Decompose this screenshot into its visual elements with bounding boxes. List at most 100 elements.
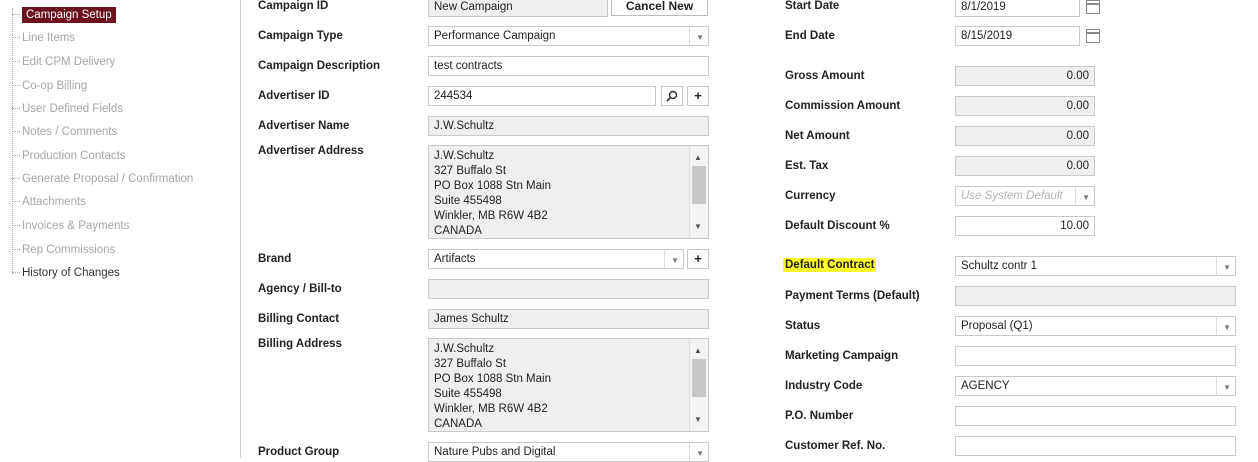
plus-icon: +: [694, 88, 702, 103]
net-amount-field[interactable]: 0.00: [955, 126, 1095, 146]
status-select[interactable]: Proposal (Q1) ▼: [955, 316, 1236, 336]
industry-code-value: AGENCY: [961, 380, 1010, 392]
campaign-description-field[interactable]: test contracts: [428, 56, 709, 76]
calendar-icon[interactable]: [1086, 29, 1100, 43]
sidebar-item-campaign-setup[interactable]: Campaign Setup: [12, 5, 116, 25]
sidebar-item-label: Generate Proposal / Confirmation: [22, 173, 194, 185]
payment-terms-label: Payment Terms (Default): [785, 290, 920, 302]
payment-terms-field[interactable]: [955, 286, 1236, 306]
chevron-down-icon: ▼: [1223, 383, 1231, 392]
industry-code-select[interactable]: AGENCY ▼: [955, 376, 1236, 396]
sidebar-item-co-op-billing[interactable]: Co-op Billing: [12, 76, 87, 96]
add-advertiser-button[interactable]: +: [687, 86, 709, 106]
chevron-down-icon: ▼: [696, 33, 704, 42]
sidebar-item-edit-cpm-delivery[interactable]: Edit CPM Delivery: [12, 52, 115, 72]
sidebar-item-attachments[interactable]: Attachments: [12, 192, 86, 212]
sidebar-item-line-items[interactable]: Line Items: [12, 28, 75, 48]
scroll-thumb[interactable]: [692, 359, 706, 397]
advertiser-name-field[interactable]: J.W.Schultz: [428, 116, 709, 136]
sidebar-item-label: Campaign Setup: [22, 7, 116, 23]
sidebar-item-rep-commissions[interactable]: Rep Commissions: [12, 240, 115, 260]
campaign-type-label: Campaign Type: [258, 30, 343, 42]
scroll-up-icon[interactable]: ▲: [694, 343, 702, 358]
search-button[interactable]: [661, 86, 683, 106]
status-value: Proposal (Q1): [961, 320, 1033, 332]
chevron-down-icon: ▼: [1223, 323, 1231, 332]
commission-amount-field[interactable]: 0.00: [955, 96, 1095, 116]
campaign-type-select[interactable]: Performance Campaign ▼: [428, 26, 709, 46]
campaign-id-field[interactable]: New Campaign: [428, 0, 608, 17]
sidebar-item-production-contacts[interactable]: Production Contacts: [12, 146, 126, 166]
sidebar-item-label: Notes / Comments: [22, 126, 118, 138]
scrollbar[interactable]: ▲ ▼: [689, 339, 708, 431]
sidebar-item-history-of-changes[interactable]: History of Changes: [12, 263, 120, 283]
marketing-campaign-field[interactable]: [955, 346, 1236, 366]
gross-amount-field[interactable]: 0.00: [955, 66, 1095, 86]
default-discount-label: Default Discount %: [785, 220, 890, 232]
default-discount-field[interactable]: 10.00: [955, 216, 1095, 236]
po-number-label: P.O. Number: [785, 410, 854, 422]
campaign-type-value: Performance Campaign: [434, 30, 556, 42]
brand-value: Artifacts: [434, 253, 476, 265]
default-contract-value: Schultz contr 1: [961, 260, 1038, 272]
advertiser-address-label: Advertiser Address: [258, 145, 364, 157]
address-line: CANADA: [434, 225, 482, 237]
address-line: J.W.Schultz: [434, 150, 495, 162]
advertiser-id-label: Advertiser ID: [258, 90, 330, 102]
est-tax-label: Est. Tax: [785, 160, 829, 172]
sidebar-item-label: Production Contacts: [22, 150, 126, 162]
start-date-field[interactable]: 8/1/2019: [955, 0, 1080, 17]
billing-contact-label: Billing Contact: [258, 313, 340, 325]
sidebar-item-label: History of Changes: [22, 267, 120, 279]
customer-ref-field[interactable]: [955, 436, 1236, 456]
sidebar: Campaign Setup Line Items Edit CPM Deliv…: [0, 0, 241, 458]
default-contract-label: Default Contract: [783, 258, 877, 272]
sidebar-item-label: Co-op Billing: [22, 80, 88, 92]
address-line: Suite 455498: [434, 388, 502, 400]
brand-select[interactable]: Artifacts ▼: [428, 249, 684, 269]
sidebar-item-notes-comments[interactable]: Notes / Comments: [12, 122, 117, 142]
cancel-new-button[interactable]: Cancel New: [611, 0, 708, 16]
default-contract-label-text: Default Contract: [783, 258, 877, 272]
billing-address-label: Billing Address: [258, 338, 342, 350]
sidebar-item-invoices-payments[interactable]: Invoices & Payments: [12, 216, 129, 236]
advertiser-address-textarea[interactable]: J.W.Schultz 327 Buffalo St PO Box 1088 S…: [428, 145, 709, 239]
scroll-thumb[interactable]: [692, 166, 706, 204]
currency-select[interactable]: Use System Default ▼: [955, 186, 1095, 206]
commission-amount-label: Commission Amount: [785, 100, 901, 112]
end-date-label: End Date: [785, 30, 835, 42]
billing-contact-field[interactable]: James Schultz: [428, 309, 709, 329]
scroll-up-icon[interactable]: ▲: [694, 150, 702, 165]
scroll-down-icon[interactable]: ▼: [694, 219, 702, 234]
campaign-description-label: Campaign Description: [258, 60, 381, 72]
default-contract-select[interactable]: Schultz contr 1 ▼: [955, 256, 1236, 276]
agency-field[interactable]: [428, 279, 709, 299]
brand-label: Brand: [258, 253, 292, 265]
search-icon: [666, 90, 678, 102]
sidebar-item-label: Rep Commissions: [22, 244, 116, 256]
currency-value: Use System Default: [961, 190, 1063, 202]
sidebar-item-label: Edit CPM Delivery: [22, 56, 116, 68]
add-brand-button[interactable]: +: [687, 249, 709, 269]
chevron-down-icon: ▼: [696, 449, 704, 458]
po-number-field[interactable]: [955, 406, 1236, 426]
sidebar-item-label: User Defined Fields: [22, 103, 123, 115]
scrollbar[interactable]: ▲ ▼: [689, 146, 708, 238]
calendar-icon[interactable]: [1086, 0, 1100, 14]
sidebar-item-user-defined-fields[interactable]: User Defined Fields: [12, 99, 123, 119]
est-tax-field[interactable]: 0.00: [955, 156, 1095, 176]
billing-address-textarea[interactable]: J.W.Schultz 327 Buffalo St PO Box 1088 S…: [428, 338, 709, 432]
scroll-down-icon[interactable]: ▼: [694, 412, 702, 427]
chevron-down-icon: ▼: [671, 256, 679, 265]
marketing-campaign-label: Marketing Campaign: [785, 350, 899, 362]
advertiser-id-field[interactable]: 244534: [428, 86, 656, 106]
customer-ref-label: Customer Ref. No.: [785, 440, 886, 452]
address-line: Winkler, MB R6W 4B2: [434, 210, 548, 222]
address-line: Winkler, MB R6W 4B2: [434, 403, 548, 415]
product-group-label: Product Group: [258, 446, 340, 458]
currency-label: Currency: [785, 190, 836, 202]
end-date-field[interactable]: 8/15/2019: [955, 26, 1080, 46]
product-group-select[interactable]: Nature Pubs and Digital ▼: [428, 442, 709, 462]
campaign-id-label: Campaign ID: [258, 0, 329, 12]
sidebar-item-generate-proposal[interactable]: Generate Proposal / Confirmation: [12, 169, 193, 189]
